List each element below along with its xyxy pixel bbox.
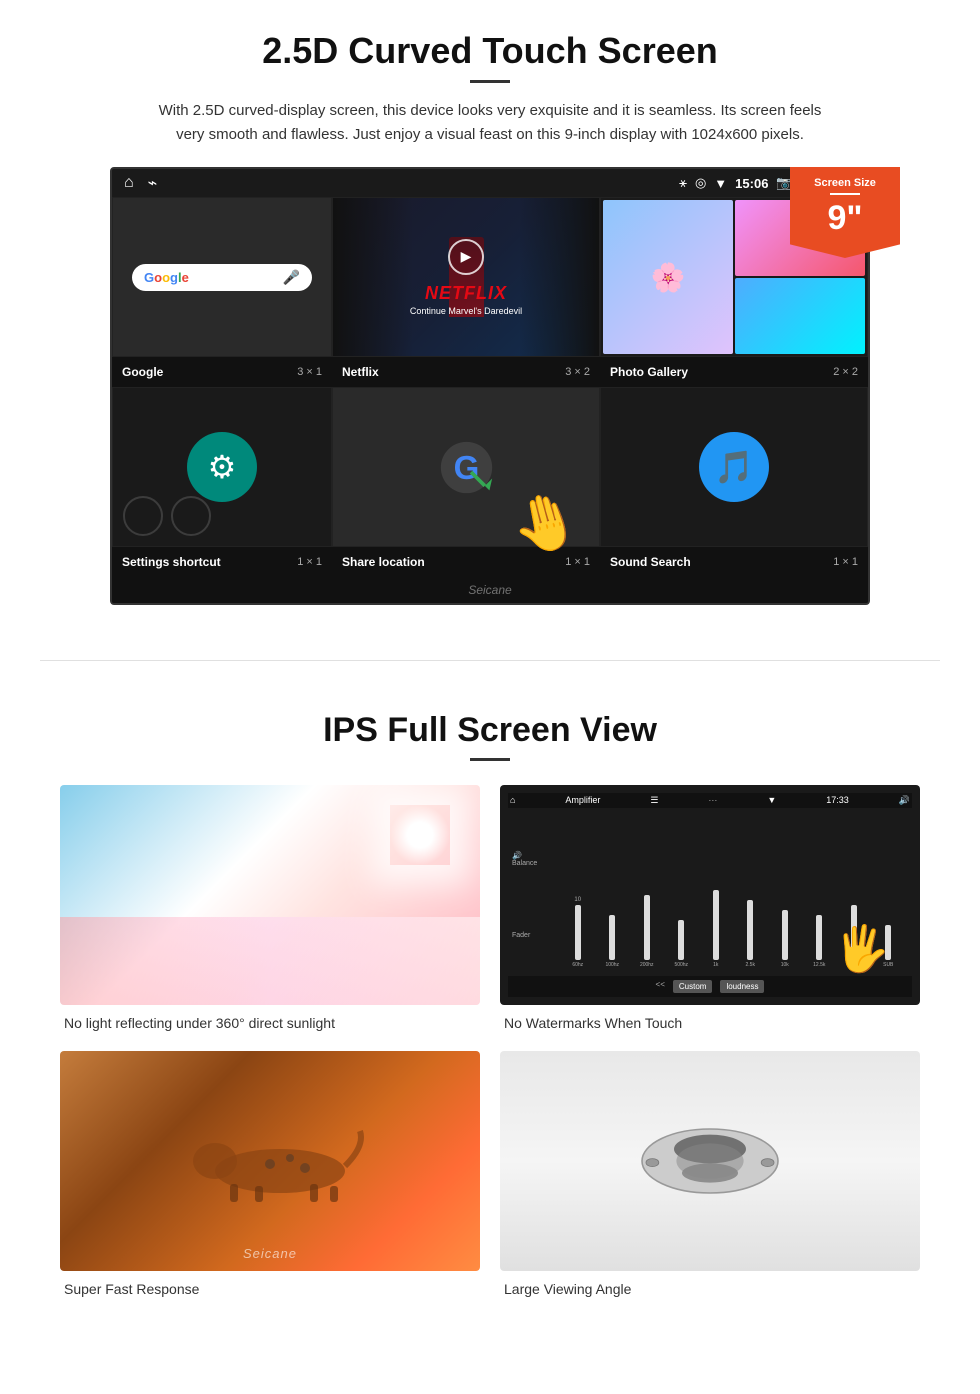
amp-hand-icon: 🖐 <box>832 920 892 978</box>
car-visual <box>500 1051 920 1271</box>
settings-app-cell[interactable]: ⚙ <box>112 387 332 547</box>
amplifier-visual: ⌂ Amplifier ☰ ··· ▼ 17:33 🔊 🔊 B <box>500 785 920 1005</box>
cheetah-label: Super Fast Response <box>60 1281 480 1297</box>
section-curved-touch: 2.5D Curved Touch Screen With 2.5D curve… <box>0 0 980 630</box>
gallery-thumb-main: 🌸 <box>603 200 733 354</box>
app-labels-row: Google 3 × 1 Netflix 3 × 2 Photo Gallery… <box>112 357 868 387</box>
sunlight-label: No light reflecting under 360° direct su… <box>60 1015 480 1031</box>
maps-app-cell[interactable]: G 🤚 <box>332 387 600 547</box>
feature-sunlight-image <box>60 785 480 1005</box>
netflix-subtitle: Continue Marvel's Daredevil <box>410 306 522 316</box>
app-grid-top: Google 🎤 ▶ NETFLIX C <box>112 197 868 357</box>
section2-underline <box>470 758 510 761</box>
google-app-cell[interactable]: Google 🎤 <box>112 197 332 357</box>
amp-bar-7: 12.5k <box>804 915 836 968</box>
netflix-play-button[interactable]: ▶ <box>448 239 484 275</box>
amp-bar-1: 100hz <box>597 915 629 968</box>
amp-footer: << Custom loudness <box>508 976 912 997</box>
seicane-watermark: Seicane <box>243 1246 297 1261</box>
amp-bar-4: 1k <box>700 890 732 968</box>
badge-label: Screen Size <box>798 177 892 189</box>
section1-title: 2.5D Curved Touch Screen <box>60 30 920 72</box>
home-icon: ⌂ <box>124 174 134 192</box>
feature-cheetah-image: Seicane <box>60 1051 480 1271</box>
bottom-labels-row: Settings shortcut 1 × 1 Share location 1… <box>112 547 868 577</box>
google-mic-icon[interactable]: 🎤 <box>283 269 300 286</box>
feature-sunlight: No light reflecting under 360° direct su… <box>60 785 480 1031</box>
status-time: 15:06 <box>735 176 768 191</box>
cheetah-visual: Seicane <box>60 1051 480 1271</box>
feature-amplifier-image: ⌂ Amplifier ☰ ··· ▼ 17:33 🔊 🔊 B <box>500 785 920 1005</box>
badge-divider <box>830 193 860 195</box>
gallery-thumb-2 <box>735 278 865 354</box>
section-divider <box>40 660 940 661</box>
app-grid-bottom: ⚙ G 🤚 <box>112 387 868 547</box>
netflix-logo: NETFLIX <box>410 283 522 304</box>
amp-wifi-icon: ▼ <box>767 795 776 806</box>
feature-car: Large Viewing Angle <box>500 1051 920 1297</box>
amplifier-label: No Watermarks When Touch <box>500 1015 920 1031</box>
status-left-icons: ⌂ ⌁ <box>124 173 157 193</box>
watermark: Seicane <box>112 577 868 603</box>
cheetah-svg <box>170 1116 370 1206</box>
screen-size-badge: Screen Size 9" <box>790 167 900 258</box>
android-screen: ⌂ ⌁ ⚹ ◎ ▼ 15:06 📷 🔊 ✕ ▭ <box>110 167 870 605</box>
car-svg <box>630 1121 790 1201</box>
netflix-content: ▶ NETFLIX Continue Marvel's Daredevil <box>410 239 522 316</box>
amp-loudness-btn[interactable]: loudness <box>720 980 764 993</box>
location-icon: ◎ <box>695 175 706 191</box>
amp-home-icon: ⌂ <box>510 795 515 806</box>
share-label: Share location 1 × 1 <box>332 551 600 573</box>
amp-dots: ··· <box>708 795 717 806</box>
sunlight-visual <box>60 785 480 1005</box>
car-label: Large Viewing Angle <box>500 1281 920 1297</box>
wifi-icon: ▼ <box>714 176 727 191</box>
settings-icon: ⚙ <box>187 432 257 502</box>
amp-left-labels: 🔊 Balance Fader <box>512 818 552 972</box>
google-label: Google 3 × 1 <box>112 361 332 383</box>
amp-fader-label: Fader <box>512 932 552 939</box>
feature-grid: No light reflecting under 360° direct su… <box>60 785 920 1297</box>
feature-amplifier: ⌂ Amplifier ☰ ··· ▼ 17:33 🔊 🔊 B <box>500 785 920 1031</box>
amp-header: ⌂ Amplifier ☰ ··· ▼ 17:33 🔊 <box>508 793 912 808</box>
status-bar: ⌂ ⌁ ⚹ ◎ ▼ 15:06 📷 🔊 ✕ ▭ <box>112 169 868 197</box>
svg-text:G: G <box>453 448 479 485</box>
feature-cheetah: Seicane Super Fast Response <box>60 1051 480 1297</box>
amp-time: 17:33 <box>826 795 849 806</box>
amp-custom-btn[interactable]: Custom <box>673 980 713 993</box>
ghost-icons <box>123 496 211 536</box>
device-mockup-wrapper: Screen Size 9" ⌂ ⌁ ⚹ ◎ ▼ 15:06 📷 🔊 ✕ <box>110 167 870 605</box>
section-ips: IPS Full Screen View No light reflecting… <box>0 691 980 1327</box>
amp-bar-3: 500hz <box>666 920 698 968</box>
google-logo: Google <box>144 270 189 285</box>
badge-size: 9" <box>798 199 892 238</box>
section1-description: With 2.5D curved-display screen, this de… <box>150 99 830 147</box>
amp-vol-icon: 🔊 <box>899 795 910 806</box>
settings-label: Settings shortcut 1 × 1 <box>112 551 332 573</box>
gallery-label: Photo Gallery 2 × 2 <box>600 361 868 383</box>
amp-balance-label: 🔊 Balance <box>512 851 552 867</box>
google-search-bar[interactable]: Google 🎤 <box>132 264 312 291</box>
maps-icon: G <box>439 440 494 495</box>
sound-search-cell[interactable]: 🎵 <box>600 387 868 547</box>
sun-rays <box>390 805 450 865</box>
sound-label: Sound Search 1 × 1 <box>600 551 868 573</box>
usb-icon: ⌁ <box>148 173 158 193</box>
amp-bar-5: 2.5k <box>735 900 767 968</box>
amp-bar-2: 200hz <box>631 895 663 968</box>
bt-icon: ⚹ <box>679 175 687 191</box>
amp-bar-0: 10 60hz <box>562 897 594 968</box>
sound-icon: 🎵 <box>699 432 769 502</box>
netflix-app-cell[interactable]: ▶ NETFLIX Continue Marvel's Daredevil <box>332 197 600 357</box>
feature-car-image <box>500 1051 920 1271</box>
amp-title: Amplifier <box>565 795 600 806</box>
amp-menu-icon: ☰ <box>650 795 658 806</box>
amp-back-btn: << <box>656 980 665 993</box>
netflix-label: Netflix 3 × 2 <box>332 361 600 383</box>
section2-title: IPS Full Screen View <box>60 711 920 750</box>
title-underline <box>470 80 510 83</box>
amp-bar-6: 10k <box>769 910 801 968</box>
